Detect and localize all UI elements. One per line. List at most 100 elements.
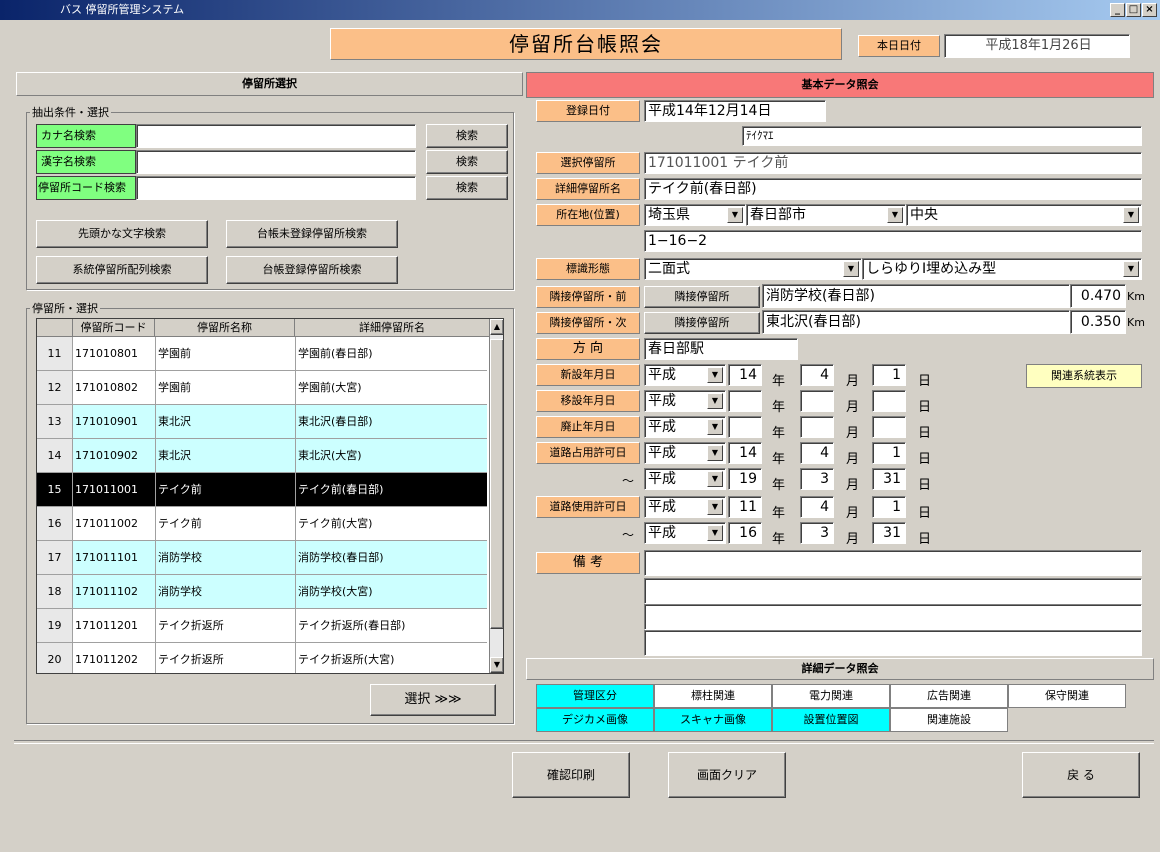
table-scrollbar[interactable]: ▲ ▼ [489, 319, 503, 673]
year-field[interactable]: 14 [728, 364, 762, 386]
back-button[interactable]: 戻 る [1022, 752, 1140, 798]
detail-tab[interactable]: 保守関連 [1008, 684, 1126, 708]
memo-line-2[interactable] [644, 578, 1142, 604]
memo-line-4[interactable] [644, 630, 1142, 656]
detail-tab[interactable]: 標柱関連 [654, 684, 772, 708]
detail-tab[interactable]: 関連施設 [890, 708, 1008, 732]
detail-tab[interactable]: スキャナ画像 [654, 708, 772, 732]
day-field[interactable]: 1 [872, 442, 906, 464]
year-field[interactable]: 16 [728, 522, 762, 544]
chevron-down-icon[interactable]: ▼ [707, 367, 723, 383]
prev-adjacent-button[interactable]: 隣接停留所 [644, 286, 760, 308]
kanji-search-input[interactable] [136, 150, 416, 174]
city-select[interactable]: 春日部市 ▼ [746, 204, 906, 226]
month-field[interactable] [800, 390, 834, 412]
clear-button[interactable]: 画面クリア [668, 752, 786, 798]
select-button[interactable]: 選択 ≫≫ [370, 684, 496, 716]
detail-tab[interactable]: 広告関連 [890, 684, 1008, 708]
chevron-down-icon[interactable]: ▼ [707, 499, 723, 515]
year-field[interactable]: 11 [728, 496, 762, 518]
route-order-search-button[interactable]: 系統停留所配列検索 [36, 256, 208, 284]
month-field[interactable]: 4 [800, 442, 834, 464]
close-button[interactable]: × [1142, 3, 1157, 17]
next-adjacent-button[interactable]: 隣接停留所 [644, 312, 760, 334]
kana-search-button[interactable]: 検索 [426, 124, 508, 148]
chevron-down-icon[interactable]: ▼ [887, 207, 903, 223]
chevron-down-icon[interactable]: ▼ [707, 525, 723, 541]
table-row[interactable]: 11 171010801 学園前 学園前(春日部) [37, 337, 487, 371]
era-select[interactable]: 平成 ▼ [644, 364, 726, 386]
era-select[interactable]: 平成 ▼ [644, 442, 726, 464]
month-field[interactable]: 3 [800, 522, 834, 544]
prefecture-select[interactable]: 埼玉県 ▼ [644, 204, 746, 226]
table-row[interactable]: 12 171010802 学園前 学園前(大宮) [37, 371, 487, 405]
year-field[interactable]: 19 [728, 468, 762, 490]
year-field[interactable]: 14 [728, 442, 762, 464]
memo-line-3[interactable] [644, 604, 1142, 630]
row-code: 171011102 [75, 585, 138, 598]
kana-search-input[interactable] [136, 124, 416, 148]
kanji-search-button[interactable]: 検索 [426, 150, 508, 174]
memo-line-1[interactable] [644, 550, 1142, 576]
code-search-button[interactable]: 検索 [426, 176, 508, 200]
era-select[interactable]: 平成 ▼ [644, 522, 726, 544]
scroll-thumb[interactable] [490, 339, 503, 629]
detail-tab[interactable]: デジカメ画像 [536, 708, 654, 732]
day-field[interactable]: 1 [872, 364, 906, 386]
era-select[interactable]: 平成 ▼ [644, 468, 726, 490]
code-search-input[interactable] [136, 176, 416, 200]
month-field[interactable] [800, 416, 834, 438]
header-name[interactable]: 停留所名称 [155, 319, 295, 337]
chevron-down-icon[interactable]: ▼ [1123, 207, 1139, 223]
table-row[interactable]: 15 171011001 テイク前 テイク前(春日部) [37, 473, 487, 507]
month-field[interactable]: 3 [800, 468, 834, 490]
era-select[interactable]: 平成 ▼ [644, 496, 726, 518]
year-field[interactable] [728, 416, 762, 438]
era-select[interactable]: 平成 ▼ [644, 416, 726, 438]
header-code[interactable]: 停留所コード [73, 319, 155, 337]
table-row[interactable]: 18 171011102 消防学校 消防学校(大宮) [37, 575, 487, 609]
table-row[interactable]: 17 171011101 消防学校 消防学校(春日部) [37, 541, 487, 575]
kana-initial-search-button[interactable]: 先頭かな文字検索 [36, 220, 208, 248]
chevron-down-icon[interactable]: ▼ [707, 445, 723, 461]
area-select[interactable]: 中央 ▼ [906, 204, 1142, 226]
related-routes-button[interactable]: 関連系統表示 [1026, 364, 1142, 388]
month-field[interactable]: 4 [800, 364, 834, 386]
day-field[interactable]: 31 [872, 522, 906, 544]
month-field[interactable]: 4 [800, 496, 834, 518]
code-search-label: 停留所コード検索 [36, 176, 136, 200]
sign-type-select[interactable]: 二面式 ▼ [644, 258, 862, 280]
detail-tab[interactable]: 管理区分 [536, 684, 654, 708]
chevron-down-icon[interactable]: ▼ [843, 261, 859, 277]
minimize-button[interactable]: _ [1110, 3, 1125, 17]
table-row[interactable]: 19 171011201 テイク折返所 テイク折返所(春日部) [37, 609, 487, 643]
chevron-down-icon[interactable]: ▼ [1123, 261, 1139, 277]
registered-search-button[interactable]: 台帳登録停留所検索 [226, 256, 398, 284]
day-field[interactable] [872, 390, 906, 412]
chevron-down-icon[interactable]: ▼ [707, 419, 723, 435]
scroll-up-icon[interactable]: ▲ [490, 319, 503, 335]
chevron-down-icon[interactable]: ▼ [707, 393, 723, 409]
maximize-button[interactable]: □ [1126, 3, 1141, 17]
detail-tab[interactable]: 設置位置図 [772, 708, 890, 732]
chevron-down-icon[interactable]: ▼ [727, 207, 743, 223]
row-detail: 学園前(春日部) [295, 337, 489, 370]
direction-label: 方 向 [536, 338, 640, 360]
day-field[interactable] [872, 416, 906, 438]
print-button[interactable]: 確認印刷 [512, 752, 630, 798]
row-code: 171010901 [75, 415, 138, 428]
table-row[interactable]: 13 171010901 東北沢 東北沢(春日部) [37, 405, 487, 439]
table-row[interactable]: 16 171011002 テイク前 テイク前(大宮) [37, 507, 487, 541]
unregistered-search-button[interactable]: 台帳未登録停留所検索 [226, 220, 398, 248]
table-row[interactable]: 20 171011202 テイク折返所 テイク折返所(大宮) [37, 643, 487, 673]
year-field[interactable] [728, 390, 762, 412]
era-select[interactable]: 平成 ▼ [644, 390, 726, 412]
detail-tab[interactable]: 電力関連 [772, 684, 890, 708]
day-field[interactable]: 31 [872, 468, 906, 490]
scroll-down-icon[interactable]: ▼ [490, 657, 503, 673]
table-row[interactable]: 14 171010902 東北沢 東北沢(大宮) [37, 439, 487, 473]
chevron-down-icon[interactable]: ▼ [707, 471, 723, 487]
header-detail[interactable]: 詳細停留所名 [295, 319, 489, 337]
day-field[interactable]: 1 [872, 496, 906, 518]
sign-model-select[interactable]: しらゆりⅠ埋め込み型 ▼ [862, 258, 1142, 280]
